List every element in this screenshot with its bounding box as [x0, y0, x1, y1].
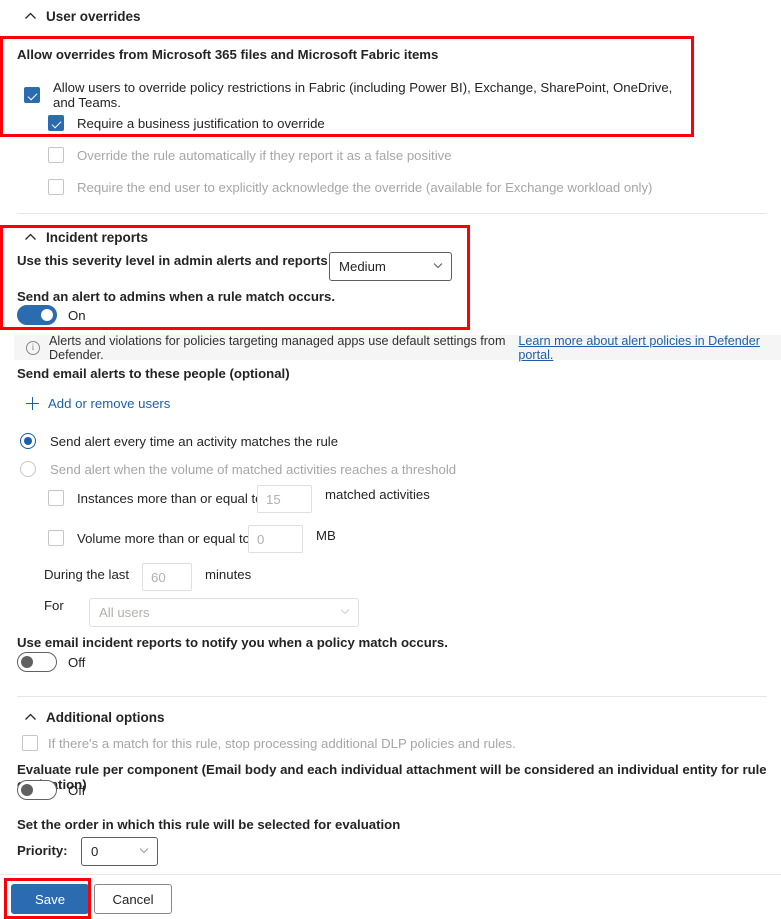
checkbox-row-require-justification[interactable]: Require a business justification to over…: [48, 115, 325, 131]
severity-dropdown-value: Medium: [339, 259, 386, 274]
section-header-user-overrides[interactable]: User overrides: [24, 9, 141, 24]
checkbox-instances-threshold[interactable]: [48, 490, 64, 506]
chevron-up-icon[interactable]: [24, 711, 37, 724]
for-field-value: All users: [99, 605, 150, 620]
chevron-up-icon[interactable]: [24, 10, 37, 23]
plus-icon: [26, 397, 39, 410]
volume-value-placeholder: 0: [257, 531, 265, 547]
toggle-email-incident-reports[interactable]: [17, 652, 57, 672]
instances-value-placeholder: 15: [266, 491, 281, 507]
checkbox-acknowledge-override[interactable]: [48, 179, 64, 195]
toggle-label-admin-alert: On: [68, 307, 86, 323]
label-email-incident-reports: Use email incident reports to notify you…: [17, 635, 448, 650]
toggle-row-evaluate-per-component[interactable]: Off: [17, 780, 85, 800]
toggle-label-email-incident: Off: [68, 654, 86, 670]
radio-send-alert-every-time[interactable]: [20, 433, 36, 449]
toggle-row-email-incident[interactable]: Off: [17, 652, 85, 672]
radio-row-threshold[interactable]: Send alert when the volume of matched ac…: [20, 461, 456, 477]
checkbox-label-stop-processing: If there's a match for this rule, stop p…: [48, 735, 516, 751]
cancel-button-label: Cancel: [112, 891, 154, 907]
checkbox-label-false-positive: Override the rule automatically if they …: [77, 147, 452, 163]
checkbox-label-instances: Instances more than or equal to: [77, 490, 263, 506]
cancel-button[interactable]: Cancel: [94, 884, 172, 914]
priority-dropdown-value: 0: [91, 844, 99, 859]
priority-dropdown[interactable]: 0: [81, 837, 158, 866]
info-circle-icon: i: [26, 340, 40, 355]
chevron-down-icon: [339, 605, 351, 620]
radio-send-alert-threshold[interactable]: [20, 461, 36, 477]
checkbox-label-allow-override: Allow users to override policy restricti…: [53, 80, 673, 110]
chevron-down-icon: [138, 844, 150, 859]
label-severity: Use this severity level in admin alerts …: [17, 253, 333, 268]
label-email-alerts: Send email alerts to these people (optio…: [17, 366, 290, 381]
add-or-remove-users-button[interactable]: Add or remove users: [26, 396, 170, 411]
section-header-additional-options[interactable]: Additional options: [24, 710, 164, 725]
instances-value-input[interactable]: 15: [257, 485, 312, 513]
chevron-down-icon: [432, 259, 444, 274]
for-field-label: For: [44, 598, 64, 613]
section-title-incident-reports: Incident reports: [46, 230, 149, 245]
label-evaluate-per-component: Evaluate rule per component (Email body …: [17, 762, 767, 792]
during-last-value-input[interactable]: 60: [142, 563, 192, 591]
severity-dropdown[interactable]: Medium: [329, 252, 452, 281]
section-title-additional-options: Additional options: [46, 710, 165, 725]
section-title-user-overrides: User overrides: [46, 9, 141, 24]
divider-after-user-overrides: [17, 213, 767, 214]
checkbox-row-allow-override[interactable]: Allow users to override policy restricti…: [24, 80, 684, 110]
checkbox-false-positive[interactable]: [48, 147, 64, 163]
save-button[interactable]: Save: [11, 884, 89, 914]
toggle-evaluate-per-component[interactable]: [17, 780, 57, 800]
checkbox-allow-override[interactable]: [24, 87, 40, 103]
radio-row-every-time[interactable]: Send alert every time an activity matche…: [20, 433, 338, 449]
for-field-dropdown[interactable]: All users: [89, 598, 359, 627]
checkbox-stop-processing[interactable]: [22, 735, 38, 751]
chevron-up-icon[interactable]: [24, 231, 37, 244]
radio-label-every-time: Send alert every time an activity matche…: [50, 433, 339, 449]
section-header-incident-reports[interactable]: Incident reports: [24, 230, 148, 245]
volume-value-input[interactable]: 0: [248, 525, 303, 553]
info-banner-text: Alerts and violations for policies targe…: [49, 333, 506, 362]
checkbox-require-justification[interactable]: [48, 115, 64, 131]
checkbox-row-stop-processing[interactable]: If there's a match for this rule, stop p…: [22, 735, 516, 751]
checkbox-row-instances[interactable]: Instances more than or equal to: [48, 490, 262, 506]
radio-label-threshold: Send alert when the volume of matched ac…: [50, 461, 457, 477]
info-banner-managed-apps: i Alerts and violations for policies tar…: [14, 333, 781, 362]
checkbox-label-volume: Volume more than or equal to: [77, 530, 251, 546]
during-last-suffix-label: minutes: [205, 567, 252, 582]
save-button-label: Save: [34, 891, 66, 907]
divider-footer: [0, 874, 781, 875]
group-label-allow-overrides: Allow overrides from Microsoft 365 files…: [17, 47, 439, 62]
add-or-remove-users-label: Add or remove users: [48, 396, 171, 411]
during-last-value-placeholder: 60: [151, 569, 166, 585]
divider-after-incident-reports: [17, 696, 767, 697]
checkbox-volume-threshold[interactable]: [48, 530, 64, 546]
label-rule-order: Set the order in which this rule will be…: [17, 817, 401, 832]
checkbox-row-volume[interactable]: Volume more than or equal to: [48, 530, 250, 546]
label-admin-alert: Send an alert to admins when a rule matc…: [17, 289, 336, 304]
instances-suffix-label: matched activities: [325, 487, 430, 502]
toggle-row-admin-alert[interactable]: On: [17, 305, 86, 325]
checkbox-label-acknowledge-override: Require the end user to explicitly ackno…: [77, 179, 653, 195]
toggle-admin-alert[interactable]: [17, 305, 57, 325]
during-last-prefix-label: During the last: [44, 567, 130, 582]
checkbox-row-false-positive[interactable]: Override the rule automatically if they …: [48, 147, 452, 163]
toggle-label-evaluate-per-component: Off: [68, 782, 86, 798]
label-priority: Priority:: [17, 843, 68, 858]
defender-portal-link[interactable]: Learn more about alert policies in Defen…: [518, 334, 769, 362]
volume-suffix-label: MB: [316, 528, 336, 543]
checkbox-row-acknowledge-override[interactable]: Require the end user to explicitly ackno…: [48, 179, 652, 195]
checkbox-label-require-justification: Require a business justification to over…: [77, 115, 325, 131]
